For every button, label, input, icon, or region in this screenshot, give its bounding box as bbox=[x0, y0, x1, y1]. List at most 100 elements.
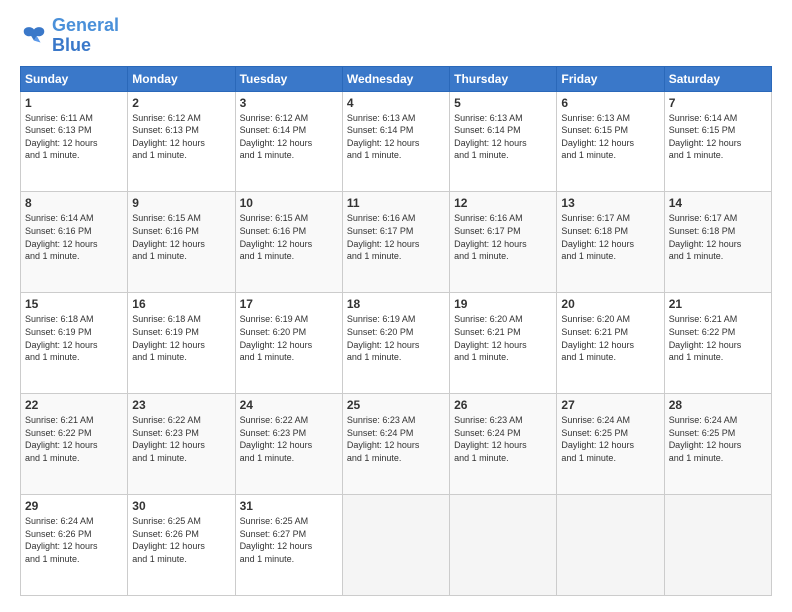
day-number: 31 bbox=[240, 499, 338, 513]
calendar-cell: 24Sunrise: 6:22 AMSunset: 6:23 PMDayligh… bbox=[235, 394, 342, 495]
day-info: Sunrise: 6:15 AMSunset: 6:16 PMDaylight:… bbox=[132, 212, 230, 262]
calendar-cell bbox=[450, 495, 557, 596]
day-info: Sunrise: 6:14 AMSunset: 6:15 PMDaylight:… bbox=[669, 112, 767, 162]
weekday-tuesday: Tuesday bbox=[235, 66, 342, 91]
calendar-cell: 7 Sunrise: 6:14 AMSunset: 6:15 PMDaylight… bbox=[664, 91, 771, 192]
day-info: Sunrise: 6:14 AMSunset: 6:16 PMDaylight:… bbox=[25, 212, 123, 262]
day-number: 6 bbox=[561, 96, 659, 110]
header: GeneralBlue bbox=[20, 16, 772, 56]
week-row-5: 29 Sunrise: 6:24 AMSunset: 6:26 PMDayligh… bbox=[21, 495, 772, 596]
calendar-cell: 6 Sunrise: 6:13 AMSunset: 6:15 PMDaylight… bbox=[557, 91, 664, 192]
day-info: Sunrise: 6:18 AMSunset: 6:19 PMDaylight:… bbox=[25, 313, 123, 363]
calendar-cell: 10 Sunrise: 6:15 AMSunset: 6:16 PMDayligh… bbox=[235, 192, 342, 293]
day-number: 30 bbox=[132, 499, 230, 513]
weekday-thursday: Thursday bbox=[450, 66, 557, 91]
day-info: Sunrise: 6:13 AMSunset: 6:14 PMDaylight:… bbox=[347, 112, 445, 162]
calendar-cell: 13 Sunrise: 6:17 AMSunset: 6:18 PMDayligh… bbox=[557, 192, 664, 293]
calendar-cell: 1 Sunrise: 6:11 AMSunset: 6:13 PMDaylight… bbox=[21, 91, 128, 192]
day-number: 19 bbox=[454, 297, 552, 311]
day-info: Sunrise: 6:23 AMSunset: 6:24 PMDaylight:… bbox=[347, 414, 445, 464]
day-number: 17 bbox=[240, 297, 338, 311]
calendar-cell: 11 Sunrise: 6:16 AMSunset: 6:17 PMDayligh… bbox=[342, 192, 449, 293]
day-number: 7 bbox=[669, 96, 767, 110]
calendar-cell bbox=[664, 495, 771, 596]
day-info: Sunrise: 6:24 AMSunset: 6:26 PMDaylight:… bbox=[25, 515, 123, 565]
logo: GeneralBlue bbox=[20, 16, 119, 56]
day-info: Sunrise: 6:17 AMSunset: 6:18 PMDaylight:… bbox=[561, 212, 659, 262]
day-number: 13 bbox=[561, 196, 659, 210]
weekday-wednesday: Wednesday bbox=[342, 66, 449, 91]
week-row-4: 22 Sunrise: 6:21 AMSunset: 6:22 PMDayligh… bbox=[21, 394, 772, 495]
day-info: Sunrise: 6:24 AMSunset: 6:25 PMDaylight:… bbox=[561, 414, 659, 464]
day-number: 12 bbox=[454, 196, 552, 210]
day-number: 24 bbox=[240, 398, 338, 412]
calendar-cell: 23 Sunrise: 6:22 AMSunset: 6:23 PMDayligh… bbox=[128, 394, 235, 495]
weekday-friday: Friday bbox=[557, 66, 664, 91]
calendar-cell: 30 Sunrise: 6:25 AMSunset: 6:26 PMDayligh… bbox=[128, 495, 235, 596]
page: GeneralBlue SundayMondayTuesdayWednesday… bbox=[0, 0, 792, 612]
day-info: Sunrise: 6:22 AMSunset: 6:23 PMDaylight:… bbox=[132, 414, 230, 464]
weekday-sunday: Sunday bbox=[21, 66, 128, 91]
day-number: 11 bbox=[347, 196, 445, 210]
calendar-cell: 4 Sunrise: 6:13 AMSunset: 6:14 PMDaylight… bbox=[342, 91, 449, 192]
calendar-cell bbox=[342, 495, 449, 596]
calendar-cell: 26Sunrise: 6:23 AMSunset: 6:24 PMDayligh… bbox=[450, 394, 557, 495]
calendar-cell: 3 Sunrise: 6:12 AMSunset: 6:14 PMDaylight… bbox=[235, 91, 342, 192]
calendar-cell: 25 Sunrise: 6:23 AMSunset: 6:24 PMDayligh… bbox=[342, 394, 449, 495]
day-info: Sunrise: 6:19 AMSunset: 6:20 PMDaylight:… bbox=[240, 313, 338, 363]
calendar-cell: 27 Sunrise: 6:24 AMSunset: 6:25 PMDayligh… bbox=[557, 394, 664, 495]
calendar-cell: 5 Sunrise: 6:13 AMSunset: 6:14 PMDaylight… bbox=[450, 91, 557, 192]
day-number: 1 bbox=[25, 96, 123, 110]
week-row-3: 15 Sunrise: 6:18 AMSunset: 6:19 PMDayligh… bbox=[21, 293, 772, 394]
day-info: Sunrise: 6:21 AMSunset: 6:22 PMDaylight:… bbox=[669, 313, 767, 363]
calendar-cell bbox=[557, 495, 664, 596]
week-row-2: 8 Sunrise: 6:14 AMSunset: 6:16 PMDaylight… bbox=[21, 192, 772, 293]
day-number: 20 bbox=[561, 297, 659, 311]
day-info: Sunrise: 6:21 AMSunset: 6:22 PMDaylight:… bbox=[25, 414, 123, 464]
day-number: 4 bbox=[347, 96, 445, 110]
day-info: Sunrise: 6:25 AMSunset: 6:26 PMDaylight:… bbox=[132, 515, 230, 565]
calendar-cell: 14 Sunrise: 6:17 AMSunset: 6:18 PMDayligh… bbox=[664, 192, 771, 293]
day-number: 8 bbox=[25, 196, 123, 210]
day-number: 29 bbox=[25, 499, 123, 513]
calendar: SundayMondayTuesdayWednesdayThursdayFrid… bbox=[20, 66, 772, 596]
calendar-cell: 18 Sunrise: 6:19 AMSunset: 6:20 PMDayligh… bbox=[342, 293, 449, 394]
day-number: 18 bbox=[347, 297, 445, 311]
day-number: 22 bbox=[25, 398, 123, 412]
day-number: 10 bbox=[240, 196, 338, 210]
calendar-cell: 17 Sunrise: 6:19 AMSunset: 6:20 PMDayligh… bbox=[235, 293, 342, 394]
weekday-saturday: Saturday bbox=[664, 66, 771, 91]
day-number: 15 bbox=[25, 297, 123, 311]
day-number: 23 bbox=[132, 398, 230, 412]
logo-icon bbox=[20, 22, 48, 50]
day-number: 3 bbox=[240, 96, 338, 110]
day-info: Sunrise: 6:17 AMSunset: 6:18 PMDaylight:… bbox=[669, 212, 767, 262]
calendar-cell: 21 Sunrise: 6:21 AMSunset: 6:22 PMDayligh… bbox=[664, 293, 771, 394]
calendar-cell: 28Sunrise: 6:24 AMSunset: 6:25 PMDayligh… bbox=[664, 394, 771, 495]
day-info: Sunrise: 6:13 AMSunset: 6:14 PMDaylight:… bbox=[454, 112, 552, 162]
day-number: 21 bbox=[669, 297, 767, 311]
week-row-1: 1 Sunrise: 6:11 AMSunset: 6:13 PMDaylight… bbox=[21, 91, 772, 192]
day-info: Sunrise: 6:12 AMSunset: 6:14 PMDaylight:… bbox=[240, 112, 338, 162]
day-number: 14 bbox=[669, 196, 767, 210]
calendar-cell: 29 Sunrise: 6:24 AMSunset: 6:26 PMDayligh… bbox=[21, 495, 128, 596]
day-number: 27 bbox=[561, 398, 659, 412]
day-info: Sunrise: 6:23 AMSunset: 6:24 PMDaylight:… bbox=[454, 414, 552, 464]
calendar-cell: 8 Sunrise: 6:14 AMSunset: 6:16 PMDaylight… bbox=[21, 192, 128, 293]
day-info: Sunrise: 6:19 AMSunset: 6:20 PMDaylight:… bbox=[347, 313, 445, 363]
day-number: 16 bbox=[132, 297, 230, 311]
day-info: Sunrise: 6:11 AMSunset: 6:13 PMDaylight:… bbox=[25, 112, 123, 162]
day-info: Sunrise: 6:20 AMSunset: 6:21 PMDaylight:… bbox=[454, 313, 552, 363]
day-info: Sunrise: 6:25 AMSunset: 6:27 PMDaylight:… bbox=[240, 515, 338, 565]
day-info: Sunrise: 6:15 AMSunset: 6:16 PMDaylight:… bbox=[240, 212, 338, 262]
weekday-header-row: SundayMondayTuesdayWednesdayThursdayFrid… bbox=[21, 66, 772, 91]
calendar-cell: 9Sunrise: 6:15 AMSunset: 6:16 PMDaylight… bbox=[128, 192, 235, 293]
day-number: 25 bbox=[347, 398, 445, 412]
calendar-body: 1 Sunrise: 6:11 AMSunset: 6:13 PMDaylight… bbox=[21, 91, 772, 595]
weekday-monday: Monday bbox=[128, 66, 235, 91]
day-info: Sunrise: 6:13 AMSunset: 6:15 PMDaylight:… bbox=[561, 112, 659, 162]
day-info: Sunrise: 6:16 AMSunset: 6:17 PMDaylight:… bbox=[347, 212, 445, 262]
day-info: Sunrise: 6:20 AMSunset: 6:21 PMDaylight:… bbox=[561, 313, 659, 363]
calendar-cell: 22 Sunrise: 6:21 AMSunset: 6:22 PMDayligh… bbox=[21, 394, 128, 495]
day-number: 5 bbox=[454, 96, 552, 110]
